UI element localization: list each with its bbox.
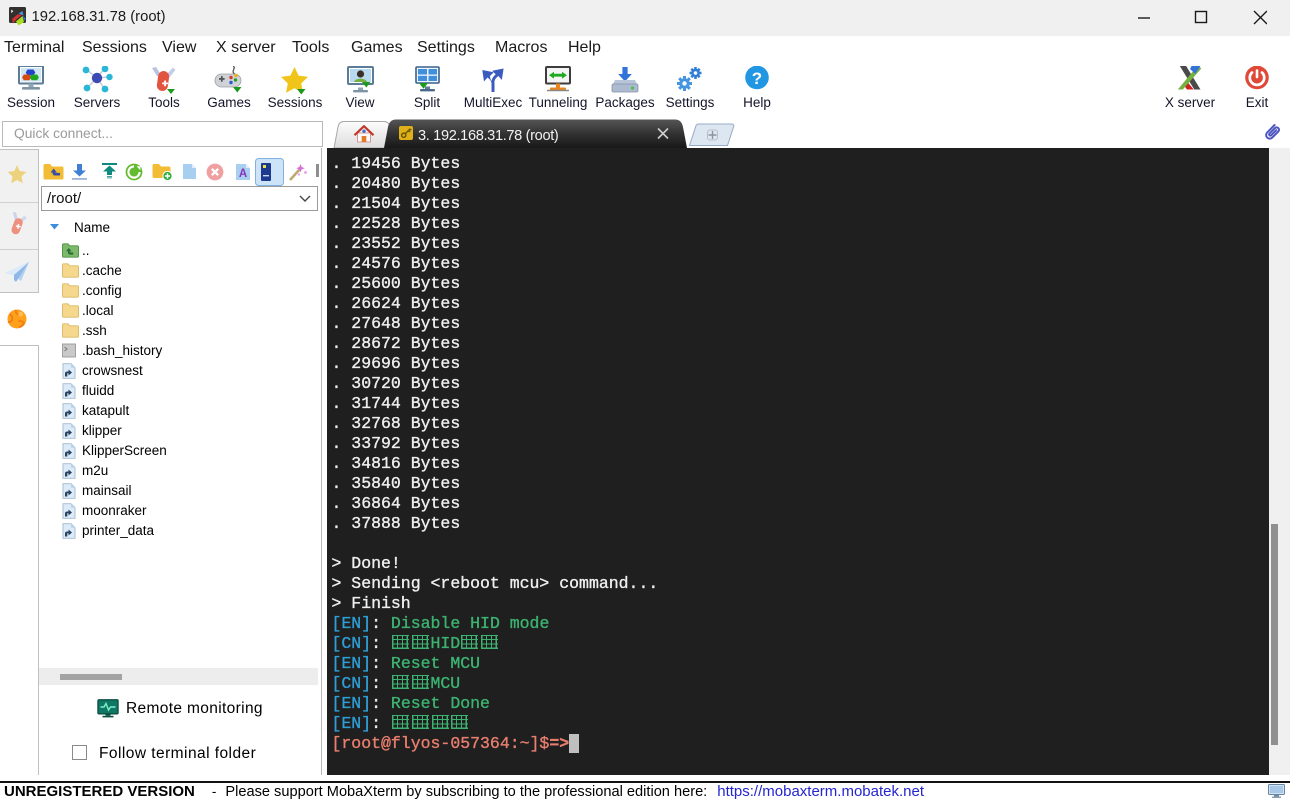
- svg-text:A: A: [239, 168, 247, 180]
- svg-text:3. 192.168.31.78 (root): 3. 192.168.31.78 (root): [418, 128, 558, 144]
- svg-text:?: ?: [752, 69, 762, 88]
